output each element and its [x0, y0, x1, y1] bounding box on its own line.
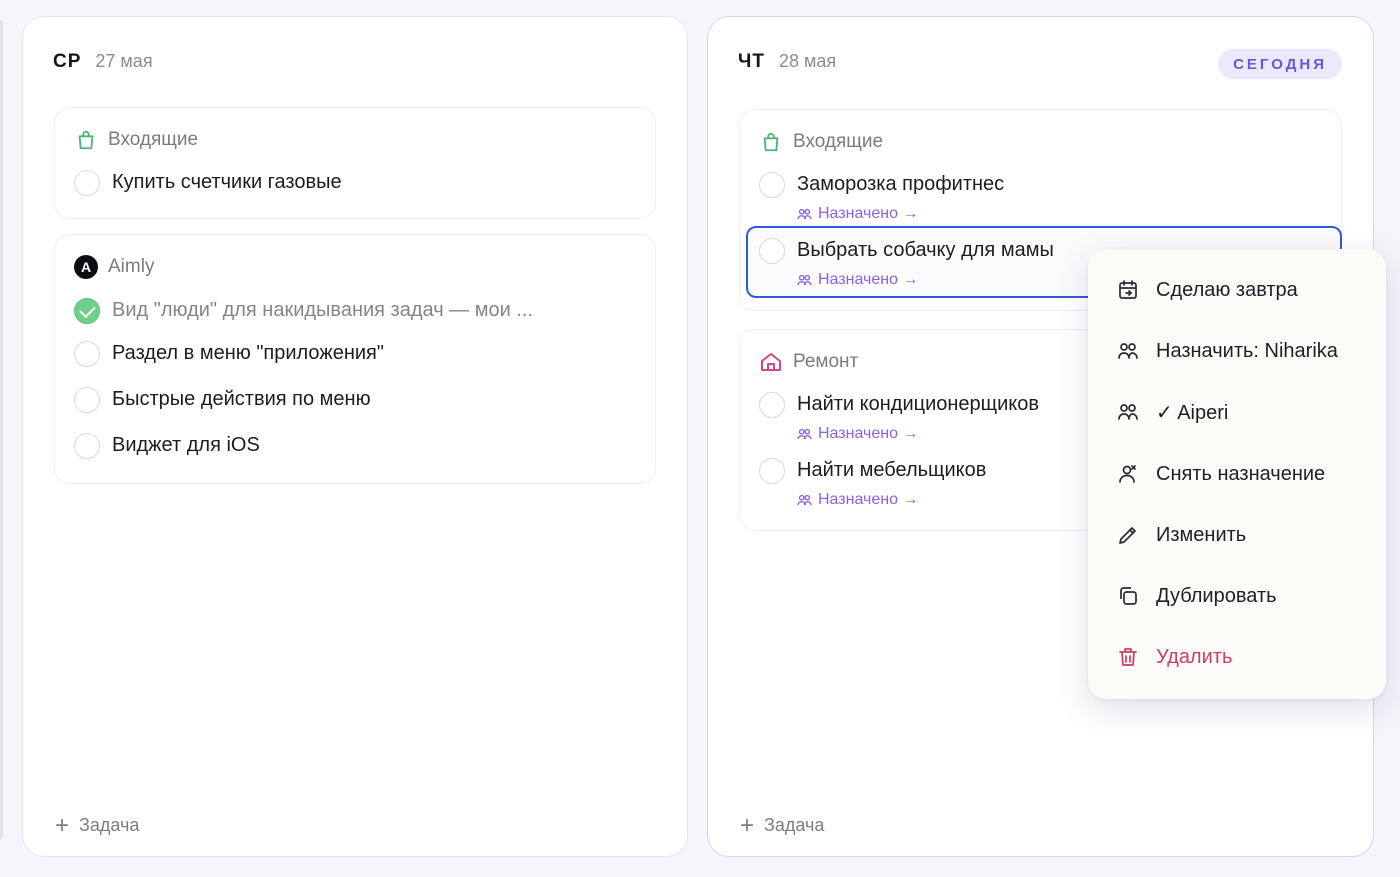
duplicate-icon [1120, 587, 1137, 605]
day-abbr: СР [53, 51, 82, 72]
group-aimly: A Aimly Вид "люди" для накидывания задач… [54, 234, 656, 484]
task-checkbox[interactable] [74, 170, 100, 196]
group-title: Входящие [793, 131, 884, 152]
task-item[interactable]: Раздел в меню "приложения" [74, 337, 636, 371]
assigned-link[interactable]: Назначено → [797, 205, 918, 223]
task-checkbox[interactable] [759, 458, 785, 484]
menu-item-do-tomorrow[interactable]: Сделаю завтра [1116, 270, 1298, 310]
task-title: Раздел в меню "приложения" [112, 342, 384, 364]
task-title: Купить счетчики газовые [112, 171, 342, 193]
aimly-avatar: A [74, 255, 98, 279]
task-checkbox[interactable] [74, 387, 100, 413]
task-checkbox-checked[interactable] [74, 298, 100, 324]
add-task-label: Задача [79, 815, 140, 835]
assigned-label: Назначено → [818, 205, 919, 222]
people-icon [1118, 404, 1138, 420]
assigned-label: Назначено → [818, 491, 919, 508]
group-title: Входящие [108, 129, 199, 150]
assigned-people-icon [797, 274, 812, 285]
bag-icon [759, 130, 783, 154]
menu-item-assign-niharika[interactable]: Назначить: Niharika [1116, 331, 1338, 371]
previous-column-edge [0, 20, 3, 840]
task-checkbox[interactable] [759, 238, 785, 264]
assigned-people-icon [797, 428, 812, 439]
task-title: Виджет для iOS [112, 434, 260, 456]
group-header[interactable]: Входящие [74, 128, 198, 152]
trash-icon [1119, 648, 1137, 666]
task-checkbox[interactable] [759, 172, 785, 198]
add-task-button[interactable]: + Задача [55, 811, 140, 839]
calendar-forward-icon [1119, 280, 1137, 299]
assigned-people-icon [797, 208, 812, 219]
assigned-link[interactable]: Назначено → [797, 491, 918, 509]
menu-item-unassign[interactable]: Снять назначение [1116, 454, 1325, 494]
day-date: 27 мая [95, 51, 153, 71]
task-title: Найти кондиционерщиков [797, 393, 1040, 415]
menu-item-label: Назначить: Niharika [1156, 339, 1338, 362]
column-header: СР 27 мая [53, 51, 153, 73]
group-header[interactable]: Ремонт [759, 350, 858, 374]
assigned-link[interactable]: Назначено → [797, 271, 918, 289]
plus-icon: + [55, 811, 70, 839]
menu-item-duplicate[interactable]: Дублировать [1116, 576, 1277, 616]
plus-icon: + [740, 811, 755, 839]
today-badge: СЕГОДНЯ [1218, 49, 1342, 79]
menu-item-delete[interactable]: Удалить [1116, 637, 1232, 677]
day-column-wednesday: СР 27 мая Входящие Купить счетчики газов… [22, 16, 688, 857]
person-remove-icon [1119, 465, 1136, 483]
task-checkbox[interactable] [74, 433, 100, 459]
day-date: 28 мая [778, 51, 837, 71]
menu-item-label: Удалить [1156, 645, 1233, 668]
menu-item-assigned-aiperi[interactable]: ✓ Aiperi [1116, 392, 1228, 432]
group-header[interactable]: Входящие [759, 130, 883, 154]
task-title: Найти мебельщиков [797, 459, 987, 481]
task-title: Вид "люди" для накидывания задач — мои .… [112, 299, 534, 321]
group-header[interactable]: A Aimly [74, 255, 154, 279]
task-item[interactable]: Заморозка профитнес Назначено → [759, 168, 1322, 222]
menu-item-label: Снять назначение [1156, 462, 1326, 485]
menu-item-label: ✓ Aiperi [1156, 401, 1229, 424]
task-item[interactable]: Виджет для iOS [74, 429, 636, 463]
assigned-label: Назначено → [818, 425, 919, 442]
task-title: Заморозка профитнес [797, 173, 1005, 195]
add-task-label: Задача [764, 815, 825, 835]
task-checkbox[interactable] [74, 341, 100, 367]
home-icon [759, 350, 783, 374]
people-icon [1118, 343, 1138, 359]
task-title: Выбрать собачку для мамы [797, 239, 1054, 261]
task-context-menu: Сделаю завтра Назначить: Niharika ✓ Aipe… [1088, 249, 1386, 699]
task-item[interactable]: Купить счетчики газовые [74, 166, 636, 200]
add-task-button[interactable]: + Задача [740, 811, 825, 839]
task-item[interactable]: Быстрые действия по меню [74, 383, 636, 417]
group-inbox: Входящие Купить счетчики газовые [54, 107, 656, 219]
day-abbr: ЧТ [738, 51, 765, 72]
group-title: Ремонт [793, 351, 859, 372]
task-item[interactable]: Вид "люди" для накидывания задач — мои .… [74, 294, 636, 328]
menu-item-edit[interactable]: Изменить [1116, 515, 1246, 555]
assigned-label: Назначено → [818, 271, 919, 288]
assigned-link[interactable]: Назначено → [797, 425, 918, 443]
pencil-icon [1119, 527, 1136, 544]
menu-item-label: Сделаю завтра [1156, 278, 1298, 301]
bag-icon [74, 128, 98, 152]
task-title: Быстрые действия по меню [112, 388, 371, 410]
column-header: ЧТ 28 мая [738, 51, 836, 73]
menu-item-label: Изменить [1156, 523, 1247, 546]
assigned-people-icon [797, 494, 812, 505]
menu-item-label: Дублировать [1156, 584, 1277, 607]
group-title: Aimly [108, 256, 155, 277]
task-checkbox[interactable] [759, 392, 785, 418]
